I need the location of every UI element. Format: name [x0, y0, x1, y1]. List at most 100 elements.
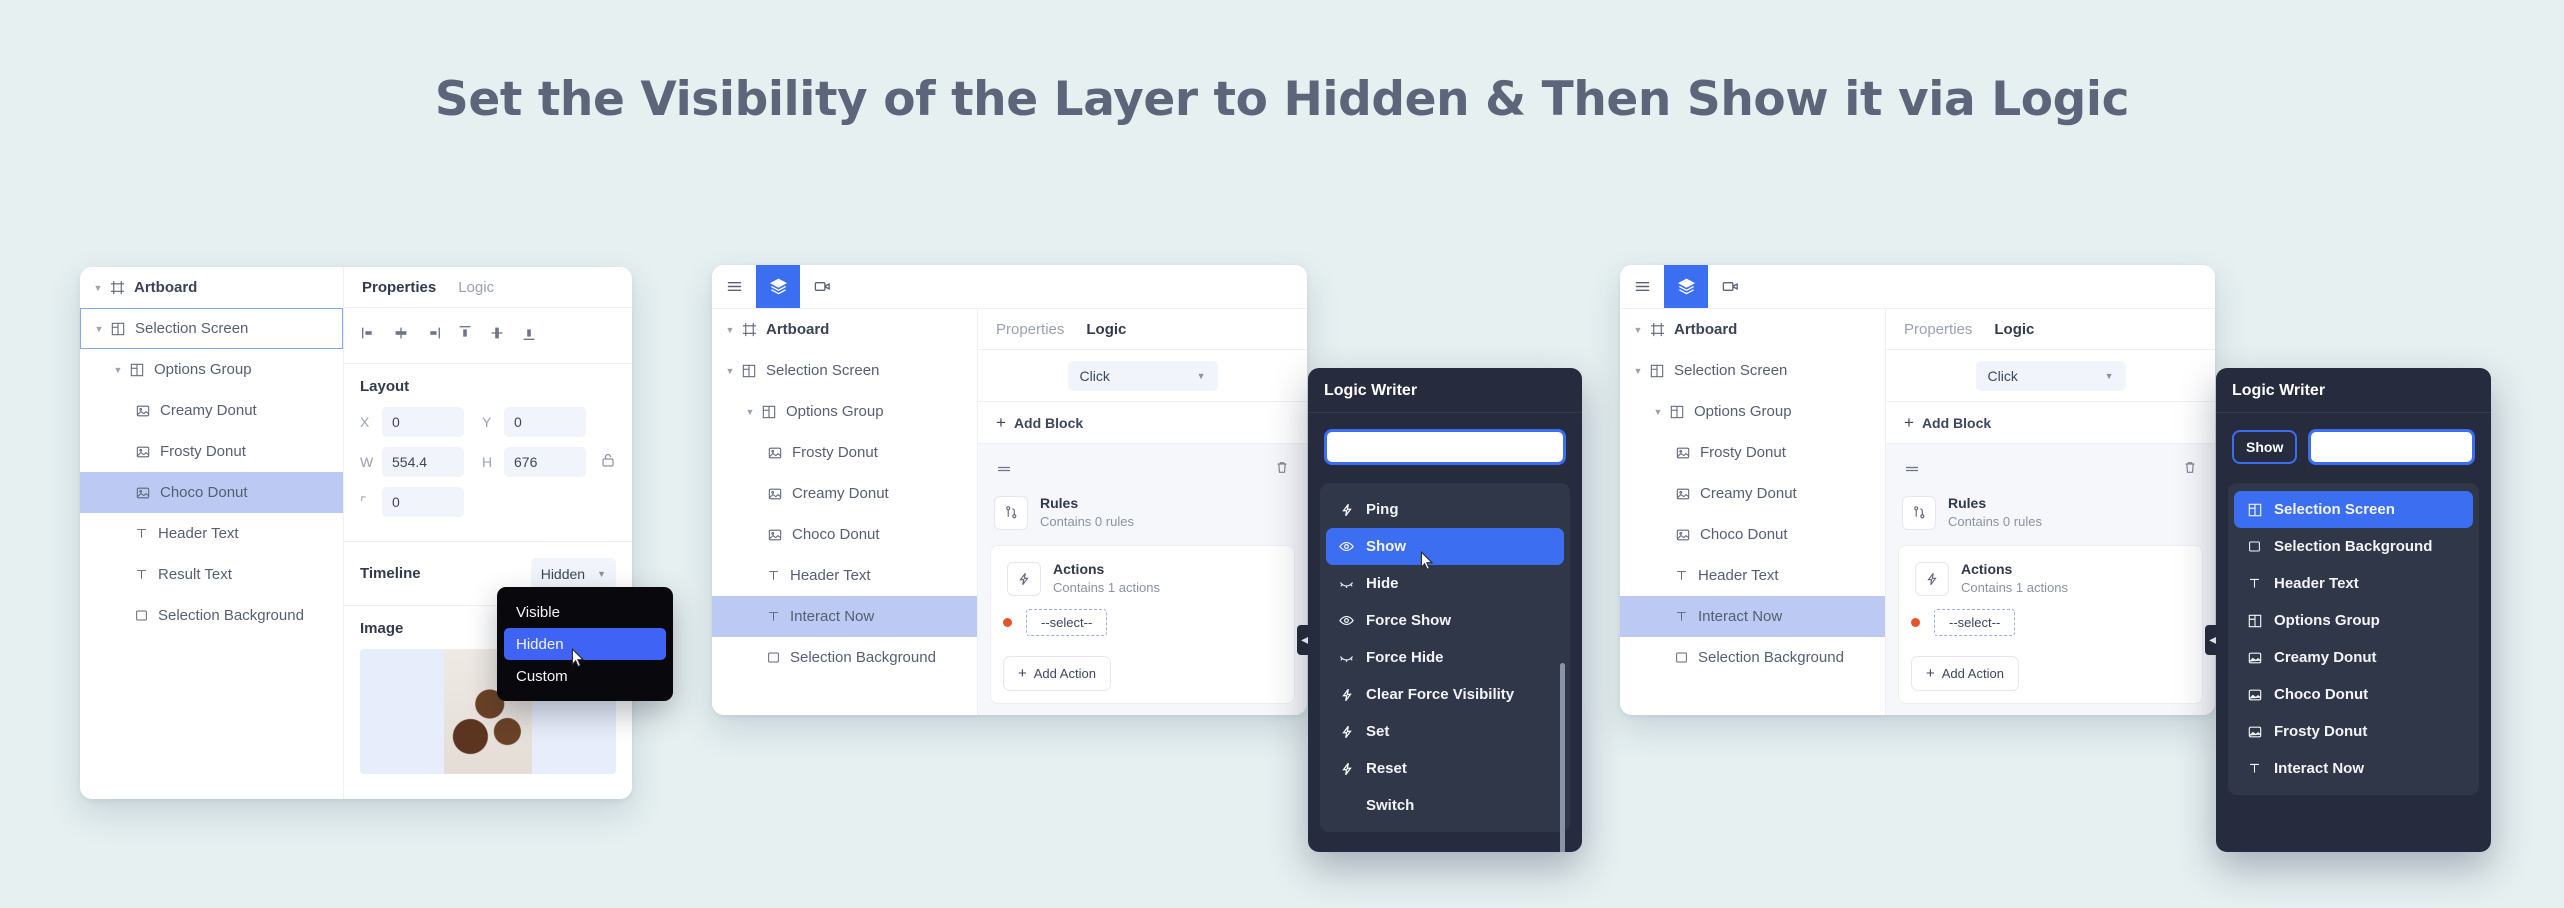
- tree-row[interactable]: Choco Donut: [80, 472, 343, 513]
- logic-item-set[interactable]: Set: [1326, 713, 1564, 750]
- tree-row[interactable]: Result Text: [80, 554, 343, 595]
- tree-row[interactable]: Header Text: [80, 513, 343, 554]
- chevron-down-icon[interactable]: ▼: [90, 283, 106, 293]
- layer-tree-3[interactable]: ▼ Artboard ▼ Selection Screen ▼ Options …: [1620, 309, 1886, 715]
- tab-properties[interactable]: Properties: [362, 279, 436, 296]
- layers-icon[interactable]: [756, 265, 800, 308]
- tab-logic[interactable]: Logic: [1994, 321, 2034, 338]
- logic-item-force-show[interactable]: Force Show: [1326, 602, 1564, 639]
- tree-row[interactable]: Choco Donut: [712, 514, 977, 555]
- app-toolbar-3[interactable]: [1620, 265, 2215, 309]
- tree-row[interactable]: ▼ Selection Screen: [1620, 350, 1885, 391]
- add-action-button[interactable]: + Add Action: [1003, 656, 1111, 691]
- corner-radius-field[interactable]: 0: [382, 487, 464, 517]
- timeline-option-hidden[interactable]: Hidden: [504, 628, 666, 660]
- logic-item-hide[interactable]: Hide: [1326, 565, 1564, 602]
- trigger-select[interactable]: Click ▼: [1067, 360, 1218, 391]
- logic-item-ping[interactable]: Ping: [1326, 491, 1564, 528]
- layer-option-selection-background[interactable]: Selection Background: [2234, 528, 2473, 565]
- w-field[interactable]: 554.4: [382, 447, 464, 477]
- layer-option-interact-now[interactable]: Interact Now: [2234, 750, 2473, 787]
- logic-writer-action-list[interactable]: Ping Show Hide Force Show Force Hide Cle…: [1320, 483, 1570, 852]
- chevron-down-icon[interactable]: ▼: [1630, 325, 1646, 335]
- align-bottom-icon[interactable]: [520, 324, 538, 347]
- tree-row[interactable]: ▼ Artboard: [712, 309, 977, 350]
- chevron-down-icon[interactable]: ▼: [110, 365, 126, 375]
- properties-tabs-2[interactable]: Properties Logic: [978, 309, 1307, 350]
- timeline-option-custom[interactable]: Custom: [504, 660, 666, 692]
- logic-writer-scrollbar[interactable]: [1560, 663, 1565, 852]
- chevron-down-icon[interactable]: ▼: [91, 324, 107, 334]
- tree-row[interactable]: ▼ Options Group: [1620, 391, 1885, 432]
- tab-logic[interactable]: Logic: [1086, 321, 1126, 338]
- tree-row[interactable]: Interact Now: [1620, 596, 1885, 637]
- layer-option-options-group[interactable]: Options Group: [2234, 602, 2473, 639]
- layer-option-choco-donut[interactable]: Choco Donut: [2234, 676, 2473, 713]
- tree-row[interactable]: ▼ Options Group: [80, 349, 343, 390]
- tab-properties[interactable]: Properties: [1904, 321, 1972, 338]
- tree-row[interactable]: Header Text: [1620, 555, 1885, 596]
- tree-row[interactable]: Frosty Donut: [712, 432, 977, 473]
- tree-row[interactable]: Creamy Donut: [1620, 473, 1885, 514]
- logic-writer-input[interactable]: [1324, 429, 1566, 465]
- drag-handle-icon[interactable]: [996, 461, 1012, 479]
- menu-icon[interactable]: [712, 265, 756, 308]
- tree-row[interactable]: ▼ Artboard: [1620, 309, 1885, 350]
- tab-properties[interactable]: Properties: [996, 321, 1064, 338]
- tree-row[interactable]: Frosty Donut: [1620, 432, 1885, 473]
- menu-icon[interactable]: [1620, 265, 1664, 308]
- rules-row[interactable]: Rules Contains 0 rules: [1898, 492, 2203, 545]
- align-top-icon[interactable]: [456, 324, 474, 347]
- tree-row[interactable]: Creamy Donut: [80, 390, 343, 431]
- tree-row[interactable]: ▼ Selection Screen: [712, 350, 977, 391]
- timeline-dropdown-menu[interactable]: Visible Hidden Custom: [497, 587, 673, 701]
- chevron-down-icon[interactable]: ▼: [1650, 407, 1666, 417]
- layers-icon[interactable]: [1664, 265, 1708, 308]
- logic-item-switch[interactable]: Switch: [1326, 787, 1564, 824]
- layer-tree-1[interactable]: ▼ Artboard ▼ Selection Screen ▼ Options …: [80, 267, 344, 799]
- logic-item-show[interactable]: Show: [1326, 528, 1564, 565]
- align-toolbar-1[interactable]: [344, 308, 632, 364]
- actions-row[interactable]: Actions Contains 1 actions: [1911, 558, 2190, 597]
- logic-item-reset[interactable]: Reset: [1326, 750, 1564, 787]
- tree-row[interactable]: Creamy Donut: [712, 473, 977, 514]
- chevron-down-icon[interactable]: ▼: [1630, 366, 1646, 376]
- h-field[interactable]: 676: [504, 447, 586, 477]
- drag-handle-icon[interactable]: [1904, 461, 1920, 479]
- chevron-down-icon[interactable]: ▼: [722, 366, 738, 376]
- tree-row[interactable]: Choco Donut: [1620, 514, 1885, 555]
- action-select[interactable]: --select--: [1934, 609, 2016, 636]
- add-block-button[interactable]: + Add Block: [978, 402, 1307, 444]
- tree-row[interactable]: Selection Background: [80, 595, 343, 636]
- x-field[interactable]: 0: [382, 407, 464, 437]
- trigger-select[interactable]: Click ▼: [1975, 360, 2126, 391]
- align-left-icon[interactable]: [360, 324, 378, 347]
- tree-row[interactable]: ▼ Selection Screen: [80, 308, 343, 349]
- layer-option-header-text[interactable]: Header Text: [2234, 565, 2473, 602]
- tree-row[interactable]: Selection Background: [712, 637, 977, 678]
- chevron-down-icon[interactable]: ▼: [742, 407, 758, 417]
- logic-item-force-hide[interactable]: Force Hide: [1326, 639, 1564, 676]
- logic-item-clear-force-visibility[interactable]: Clear Force Visibility: [1326, 676, 1564, 713]
- properties-tabs-1[interactable]: Properties Logic: [344, 267, 632, 308]
- layer-option-creamy-donut[interactable]: Creamy Donut: [2234, 639, 2473, 676]
- tree-row[interactable]: ▼ Options Group: [712, 391, 977, 432]
- video-icon[interactable]: [800, 265, 844, 308]
- trash-icon[interactable]: [1275, 460, 1289, 480]
- unlock-icon[interactable]: [600, 452, 616, 473]
- chevron-down-icon[interactable]: ▼: [722, 325, 738, 335]
- layer-option-selection-screen[interactable]: Selection Screen: [2234, 491, 2473, 528]
- add-action-button[interactable]: + Add Action: [1911, 656, 2019, 691]
- logic-writer-action-chip[interactable]: Show: [2232, 430, 2298, 464]
- action-select[interactable]: --select--: [1026, 609, 1108, 636]
- layer-tree-2[interactable]: ▼ Artboard ▼ Selection Screen ▼ Options …: [712, 309, 978, 715]
- tree-row[interactable]: Header Text: [712, 555, 977, 596]
- tree-row[interactable]: Interact Now: [712, 596, 977, 637]
- timeline-option-visible[interactable]: Visible: [504, 596, 666, 628]
- align-center-horizontal-icon[interactable]: [392, 324, 410, 347]
- properties-tabs-3[interactable]: Properties Logic: [1886, 309, 2215, 350]
- app-toolbar-2[interactable]: [712, 265, 1307, 309]
- logic-writer-layer-list[interactable]: Selection Screen Selection Background He…: [2228, 483, 2479, 795]
- rules-row[interactable]: Rules Contains 0 rules: [990, 492, 1295, 545]
- align-right-icon[interactable]: [424, 324, 442, 347]
